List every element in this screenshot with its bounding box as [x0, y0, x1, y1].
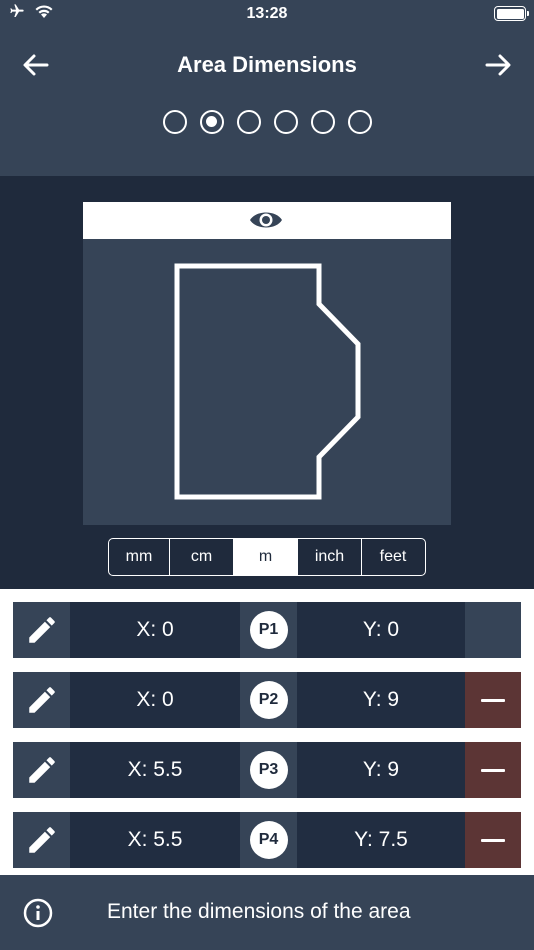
step-dot: [236, 110, 261, 134]
shape-preview: [83, 239, 451, 525]
header: 13:28 Area Dimensions: [0, 0, 534, 176]
point-x-value[interactable]: X: 5.5: [70, 742, 240, 798]
point-x-value[interactable]: X: 0: [70, 672, 240, 728]
point-x-value[interactable]: X: 0: [70, 602, 240, 658]
unit-selector: mm cm m inch feet: [108, 538, 426, 576]
minus-icon: [481, 768, 505, 772]
point-y-value[interactable]: Y: 0: [297, 602, 465, 658]
arrow-right-icon: [485, 54, 511, 76]
minus-icon: [481, 838, 505, 842]
pencil-icon: [28, 617, 55, 643]
info-icon: [23, 898, 53, 928]
minus-icon: [481, 698, 505, 702]
status-time: 13:28: [246, 5, 288, 22]
page-title: Area Dimensions: [177, 52, 357, 77]
step-indicator: [0, 110, 534, 138]
remove-point-button[interactable]: [465, 812, 521, 868]
footer-hint-bar: Enter the dimensions of the area: [0, 875, 534, 950]
point-label: P4: [240, 812, 297, 868]
remove-point-button[interactable]: [465, 742, 521, 798]
point-row: X: 5.5 P4 Y: 7.5: [13, 812, 521, 868]
step-dot: [347, 110, 372, 134]
point-y-value[interactable]: Y: 9: [297, 742, 465, 798]
point-label: P1: [240, 602, 297, 658]
pencil-icon: [28, 757, 55, 783]
remove-point-button[interactable]: [465, 672, 521, 728]
footer-hint-text: Enter the dimensions of the area: [107, 900, 411, 923]
point-row: X: 0 P1 Y: 0: [13, 602, 521, 658]
area-outline: [174, 263, 361, 500]
edit-button[interactable]: [13, 812, 70, 868]
point-label: P2: [240, 672, 297, 728]
unit-option-cm[interactable]: cm: [170, 539, 234, 575]
point-y-value[interactable]: Y: 9: [297, 672, 465, 728]
point-badge: P4: [249, 821, 288, 859]
point-badge: P1: [249, 611, 288, 649]
unit-option-m[interactable]: m: [234, 539, 298, 575]
eye-icon: [250, 212, 282, 228]
step-dot-active: [199, 110, 224, 134]
point-label: P3: [240, 742, 297, 798]
preview-toggle-bar[interactable]: [83, 202, 451, 239]
point-badge: P3: [249, 751, 288, 789]
edit-button[interactable]: [13, 742, 70, 798]
edit-button[interactable]: [13, 602, 70, 658]
pencil-icon: [28, 687, 55, 713]
unit-option-feet[interactable]: feet: [362, 539, 424, 575]
remove-button-disabled: [465, 602, 521, 658]
point-x-value[interactable]: X: 5.5: [70, 812, 240, 868]
next-button[interactable]: [482, 49, 514, 81]
point-y-value[interactable]: Y: 7.5: [297, 812, 465, 868]
unit-option-mm[interactable]: mm: [109, 539, 170, 575]
nav-bar: Area Dimensions: [0, 44, 534, 84]
point-row: X: 0 P2 Y: 9: [13, 672, 521, 728]
point-badge: P2: [249, 681, 288, 719]
pencil-icon: [28, 827, 55, 853]
workspace: mm cm m inch feet: [0, 176, 534, 589]
point-row: X: 5.5 P3 Y: 9: [13, 742, 521, 798]
battery-icon: [494, 6, 529, 21]
unit-option-inch[interactable]: inch: [298, 539, 362, 575]
step-dot: [310, 110, 335, 134]
edit-button[interactable]: [13, 672, 70, 728]
step-dot: [273, 110, 298, 134]
step-dot: [162, 110, 187, 134]
status-bar: 13:28: [0, 0, 534, 28]
